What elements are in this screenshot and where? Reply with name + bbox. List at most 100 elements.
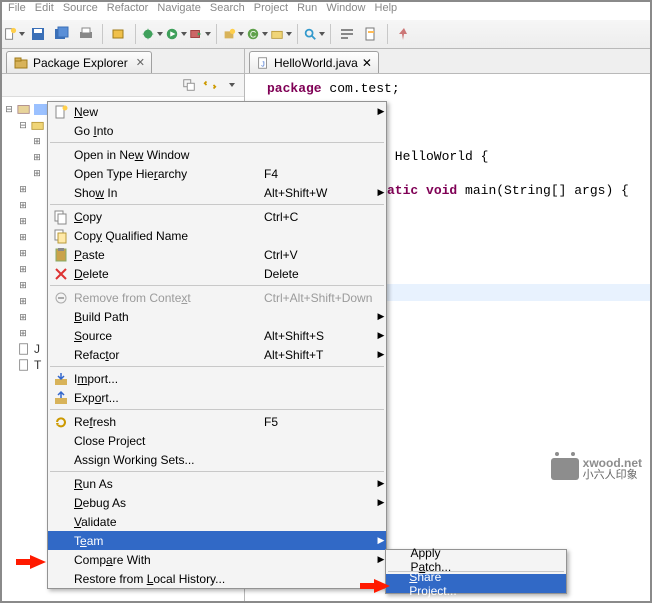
menu-separator <box>50 366 384 367</box>
ctx-item-export-[interactable]: Export... <box>48 388 386 407</box>
menu-item-label: Validate <box>74 515 264 529</box>
menu-item-label: Open Type Hierarchy <box>74 167 264 181</box>
ctx-item-run-as[interactable]: Run As▶ <box>48 474 386 493</box>
print-button[interactable] <box>75 23 97 45</box>
menu-item-label: Refactor <box>74 348 264 362</box>
pin-button[interactable] <box>393 23 415 45</box>
menu-edit[interactable]: Edit <box>35 2 54 14</box>
package-icon <box>13 55 29 71</box>
menu-item-label: Compare With <box>74 553 264 567</box>
view-menu-button[interactable] <box>222 76 240 94</box>
ctx-item-copy-qualified-name[interactable]: Copy Qualified Name <box>48 226 386 245</box>
search-button[interactable] <box>303 23 325 45</box>
menu-item-label: Source <box>74 329 264 343</box>
ctx-item-new[interactable]: New▶ <box>48 102 386 121</box>
menu-item-accelerator: Alt+Shift+S <box>264 329 376 343</box>
ctx-item-build-path[interactable]: Build Path ▶ <box>48 307 386 326</box>
ctx-item-delete[interactable]: DeleteDelete <box>48 264 386 283</box>
menu-item-accelerator: Ctrl+C <box>264 210 376 224</box>
project-icon <box>17 102 31 116</box>
ctx-item-refactor[interactable]: RefactorAlt+Shift+T▶ <box>48 345 386 364</box>
menu-item-label: Build Path <box>74 310 264 324</box>
new-wizard-button[interactable] <box>3 23 25 45</box>
new-class-button[interactable]: C <box>246 23 268 45</box>
menu-separator <box>50 285 384 286</box>
menu-item-label: Restore from Local History... <box>74 572 264 586</box>
menu-run[interactable]: Run <box>297 2 317 14</box>
ctx-item-remove-from-context[interactable]: Remove from ContextCtrl+Alt+Shift+Down <box>48 288 386 307</box>
context-menu[interactable]: New▶Go IntoOpen in New WindowOpen Type H… <box>47 101 387 589</box>
menu-item-label: Team <box>74 534 264 548</box>
menu-item-icon <box>48 390 74 406</box>
menu-source[interactable]: Source <box>63 2 98 14</box>
menu-item-accelerator: Ctrl+Alt+Shift+Down <box>264 291 376 305</box>
menu-project[interactable]: Project <box>254 2 288 14</box>
toggle-breadcrumb-button[interactable] <box>336 23 358 45</box>
menu-help[interactable]: Help <box>375 2 398 14</box>
annotation-arrow-icon <box>374 579 390 593</box>
collapse-all-button[interactable] <box>180 76 198 94</box>
ctx-item-close-project[interactable]: Close Project <box>48 431 386 450</box>
toggle-mark-button[interactable] <box>360 23 382 45</box>
ctx-item-team[interactable]: Team▶ <box>48 531 386 550</box>
debug-button[interactable] <box>141 23 163 45</box>
menu-item-accelerator: Ctrl+V <box>264 248 376 262</box>
ctx-item-copy[interactable]: CopyCtrl+C <box>48 207 386 226</box>
ctx-item-go-into[interactable]: Go Into <box>48 121 386 140</box>
submenu-arrow-icon: ▶ <box>376 187 386 198</box>
ctx-item-validate[interactable]: Validate <box>48 512 386 531</box>
file-icon <box>17 342 31 356</box>
run-last-button[interactable] <box>189 23 211 45</box>
close-tab-icon[interactable]: ✕ <box>136 56 145 69</box>
watermark-brand: xwood.net <box>583 457 642 469</box>
ctx-item-show-in[interactable]: Show InAlt+Shift+W▶ <box>48 183 386 202</box>
new-package-button[interactable] <box>222 23 244 45</box>
ctx-item-refresh[interactable]: RefreshF5 <box>48 412 386 431</box>
menu-separator <box>50 471 384 472</box>
package-explorer-toolbar <box>2 74 244 97</box>
close-editor-tab-icon[interactable]: ✕ <box>362 56 372 70</box>
editor-tab[interactable]: J HelloWorld.java ✕ <box>249 51 379 73</box>
menu-item-accelerator: F4 <box>264 167 376 181</box>
submenu-item-apply-patch-[interactable]: Apply Patch... <box>386 550 566 569</box>
team-submenu[interactable]: Apply Patch... Share Project... <box>385 549 567 594</box>
menu-item-label: Share Project... <box>409 570 456 598</box>
menu-window[interactable]: Window <box>326 2 365 14</box>
menu-file[interactable]: File <box>8 2 26 14</box>
submenu-arrow-icon: ▶ <box>376 311 386 322</box>
ctx-item-source[interactable]: SourceAlt+Shift+S▶ <box>48 326 386 345</box>
save-button[interactable] <box>27 23 49 45</box>
menu-navigate[interactable]: Navigate <box>157 2 200 14</box>
submenu-arrow-icon: ▶ <box>376 497 386 508</box>
ctx-item-assign-working-sets-[interactable]: Assign Working Sets... <box>48 450 386 469</box>
build-button[interactable] <box>108 23 130 45</box>
menu-item-icon <box>48 290 74 306</box>
menu-item-label: Delete <box>74 267 264 281</box>
ctx-item-restore-from-local-history-[interactable]: Restore from Local History... <box>48 569 386 588</box>
menu-bar[interactable]: File Edit Source Refactor Navigate Searc… <box>2 2 650 20</box>
menu-separator <box>50 204 384 205</box>
submenu-item-share-project-[interactable]: Share Project... <box>386 574 566 593</box>
menu-refactor[interactable]: Refactor <box>107 2 149 14</box>
new-folder-button[interactable] <box>270 23 292 45</box>
menu-item-icon <box>48 371 74 387</box>
menu-item-label: Copy Qualified Name <box>74 229 264 243</box>
robot-icon <box>551 458 579 480</box>
ctx-item-open-in-new-window[interactable]: Open in New Window <box>48 145 386 164</box>
run-button[interactable] <box>165 23 187 45</box>
menu-item-label: Export... <box>74 391 264 405</box>
link-editor-button[interactable] <box>201 76 219 94</box>
ctx-item-debug-as[interactable]: Debug As▶ <box>48 493 386 512</box>
annotation-arrow-icon <box>30 555 46 569</box>
package-explorer-tab[interactable]: Package Explorer ✕ <box>6 51 152 73</box>
save-all-button[interactable] <box>51 23 73 45</box>
submenu-arrow-icon: ▶ <box>376 330 386 341</box>
ctx-item-paste[interactable]: PasteCtrl+V <box>48 245 386 264</box>
ctx-item-import-[interactable]: Import... <box>48 369 386 388</box>
menu-item-accelerator: F5 <box>264 415 376 429</box>
menu-search[interactable]: Search <box>210 2 245 14</box>
ctx-item-open-type-hierarchy[interactable]: Open Type HierarchyF4 <box>48 164 386 183</box>
folder-icon <box>31 118 45 132</box>
menu-item-icon <box>48 247 74 263</box>
ctx-item-compare-with[interactable]: Compare With▶ <box>48 550 386 569</box>
